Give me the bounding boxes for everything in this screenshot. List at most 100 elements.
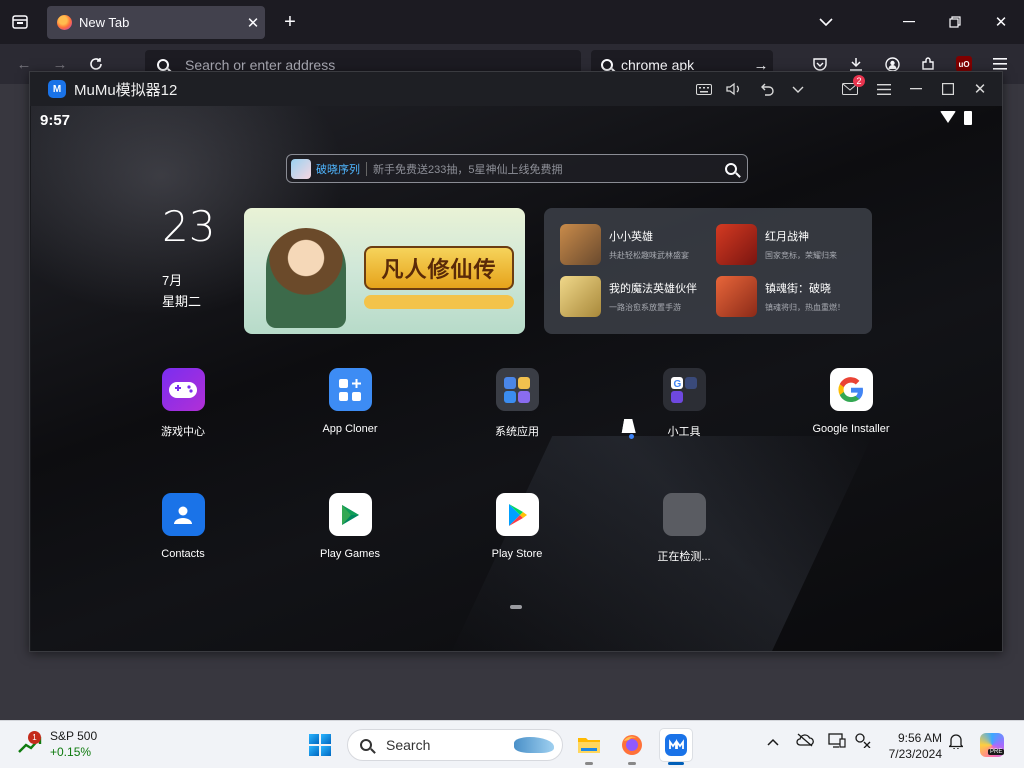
volume-icon[interactable]	[722, 77, 746, 101]
stock-badge: 1	[28, 731, 41, 744]
running-indicator	[585, 762, 593, 765]
taskbar-firefox[interactable]	[616, 729, 648, 765]
app-play-store[interactable]: Play Store	[447, 493, 587, 560]
divider	[366, 161, 367, 176]
display-icon[interactable]	[826, 733, 848, 751]
minimize-icon[interactable]	[904, 77, 928, 101]
game-item[interactable]: 红月战神 国家竞标，荣耀归来	[716, 224, 837, 265]
keyboard-icon[interactable]	[692, 77, 716, 101]
app-label: 系统应用	[495, 426, 539, 438]
contacts-icon	[161, 493, 205, 536]
restore-window-icon[interactable]	[943, 10, 967, 34]
maximize-icon[interactable]	[936, 77, 960, 101]
app-search-bar[interactable]: 破晓序列 新手免费送233抽，5星神仙上线免费拥	[286, 154, 748, 183]
network-disconnected-icon[interactable]	[852, 733, 874, 751]
minimize-window-icon[interactable]	[897, 10, 921, 34]
page-indicator[interactable]	[510, 605, 522, 609]
tools-folder-icon: G	[662, 368, 706, 411]
game-name: 小小英雄	[609, 231, 653, 243]
taskbar-search[interactable]: Search	[347, 729, 563, 761]
app-label: Play Games	[320, 548, 380, 560]
game-name: 我的魔法英雄伙伴	[609, 283, 697, 295]
notification-bell-icon[interactable]	[945, 733, 967, 752]
play-games-icon	[328, 493, 372, 536]
promo-banner[interactable]: 凡人修仙传	[244, 208, 525, 334]
firefox-view-icon[interactable]	[8, 10, 32, 34]
game-avatar-icon	[291, 158, 311, 179]
clock-time: 9:56 AM	[897, 731, 942, 745]
mouse-cursor-icon	[621, 419, 639, 433]
game-desc: 国家竞标，荣耀归来	[765, 251, 837, 260]
app-label: 游戏中心	[161, 426, 205, 438]
game-name: 镇魂街：破晓	[765, 283, 831, 295]
stock-widget[interactable]: 1 S&P 500 +0.15%	[18, 729, 97, 759]
firefox-icon	[57, 15, 72, 30]
banner-strip	[364, 295, 514, 309]
stock-name: S&P 500	[50, 729, 98, 743]
mumu-title-bar[interactable]: M MuMu模拟器12 2 ✕	[30, 72, 1002, 106]
game-item[interactable]: 镇魂街：破晓 镇魂将归，热血重燃！	[716, 276, 845, 317]
system-clock[interactable]: 9:56 AM 7/23/2024	[884, 730, 942, 762]
svg-text:G: G	[674, 379, 682, 390]
stock-chart-icon: 1	[18, 731, 42, 755]
game-center-icon	[161, 368, 205, 411]
game-item[interactable]: 小小英雄 共赴轻松趣味武林盛宴	[560, 224, 689, 265]
hamburger-menu-icon[interactable]	[872, 77, 896, 101]
android-screen[interactable]: 9:57 破晓序列 新手免费送233抽，5星神仙上线免费拥 23 7月 星期二 …	[31, 106, 1002, 651]
back-arrow-icon[interactable]	[754, 77, 778, 101]
search-icon	[360, 739, 372, 751]
show-hidden-icons-icon[interactable]	[762, 733, 784, 749]
search-tag: 破晓序列	[316, 163, 360, 176]
search-icon	[157, 59, 169, 71]
windows-taskbar: 1 S&P 500 +0.15% Search 9:56 AM 7/23/202	[0, 720, 1024, 768]
app-label: 正在检测...	[657, 551, 711, 563]
close-tab-icon[interactable]: ✕	[241, 14, 265, 32]
start-button-icon[interactable]	[309, 734, 331, 756]
status-icons	[940, 111, 972, 125]
game-thumbnail	[716, 276, 757, 317]
date-day: 23	[162, 202, 216, 251]
game-thumbnail	[716, 224, 757, 265]
app-contacts[interactable]: Contacts	[113, 493, 253, 560]
list-all-tabs-icon[interactable]	[814, 10, 838, 34]
browser-tab[interactable]: New Tab ✕	[47, 6, 265, 39]
app-cloner-icon	[328, 368, 372, 411]
game-desc: 共赴轻松趣味武林盛宴	[609, 251, 689, 260]
mail-icon[interactable]: 2	[838, 75, 865, 101]
taskbar-file-explorer[interactable]	[573, 729, 605, 765]
browser-tab-bar: New Tab ✕ + ✕	[0, 0, 1024, 44]
game-desc: 镇魂将归，热血重燃！	[765, 303, 845, 312]
app-game-center[interactable]: 游戏中心	[113, 368, 253, 439]
app-label: Google Installer	[812, 423, 890, 435]
copilot-preview-tag: PRE	[988, 749, 1005, 755]
game-item[interactable]: 我的魔法英雄伙伴 一路治愈系放置手游	[560, 276, 697, 317]
search-placeholder: 新手免费送233抽，5星神仙上线免费拥	[373, 163, 563, 176]
system-apps-folder-icon	[495, 368, 539, 411]
game-desc: 一路治愈系放置手游	[609, 303, 681, 312]
app-play-games[interactable]: Play Games	[280, 493, 420, 560]
cursor-busy-icon	[629, 434, 634, 439]
app-label: Play Store	[491, 548, 543, 560]
game-thumbnail	[560, 224, 601, 265]
app-system-apps-folder[interactable]: 系统应用	[447, 368, 587, 439]
tab-title: New Tab	[79, 15, 130, 30]
app-loading[interactable]: 正在检测...	[614, 493, 754, 564]
close-icon[interactable]: ✕	[968, 77, 992, 101]
loading-app-icon	[662, 493, 706, 536]
app-google-installer[interactable]: Google Installer	[781, 368, 921, 435]
stock-change: +0.15%	[50, 745, 92, 759]
onedrive-offline-icon[interactable]	[794, 733, 816, 750]
search-icon	[601, 59, 613, 71]
close-window-icon[interactable]: ✕	[989, 10, 1013, 34]
app-label: 小工具	[667, 426, 701, 438]
date-weekday: 星期二	[162, 294, 202, 309]
search-icon[interactable]	[725, 162, 737, 175]
game-name: 红月战神	[765, 231, 809, 243]
taskbar-mumu[interactable]	[660, 729, 692, 765]
taskbar-search-placeholder: Search	[386, 737, 431, 753]
app-app-cloner[interactable]: App Cloner	[280, 368, 420, 435]
chevron-down-icon[interactable]	[786, 77, 810, 101]
mumu-window-title: MuMu模拟器12	[74, 81, 178, 99]
new-tab-icon[interactable]: +	[278, 10, 302, 34]
game-thumbnail	[560, 276, 601, 317]
